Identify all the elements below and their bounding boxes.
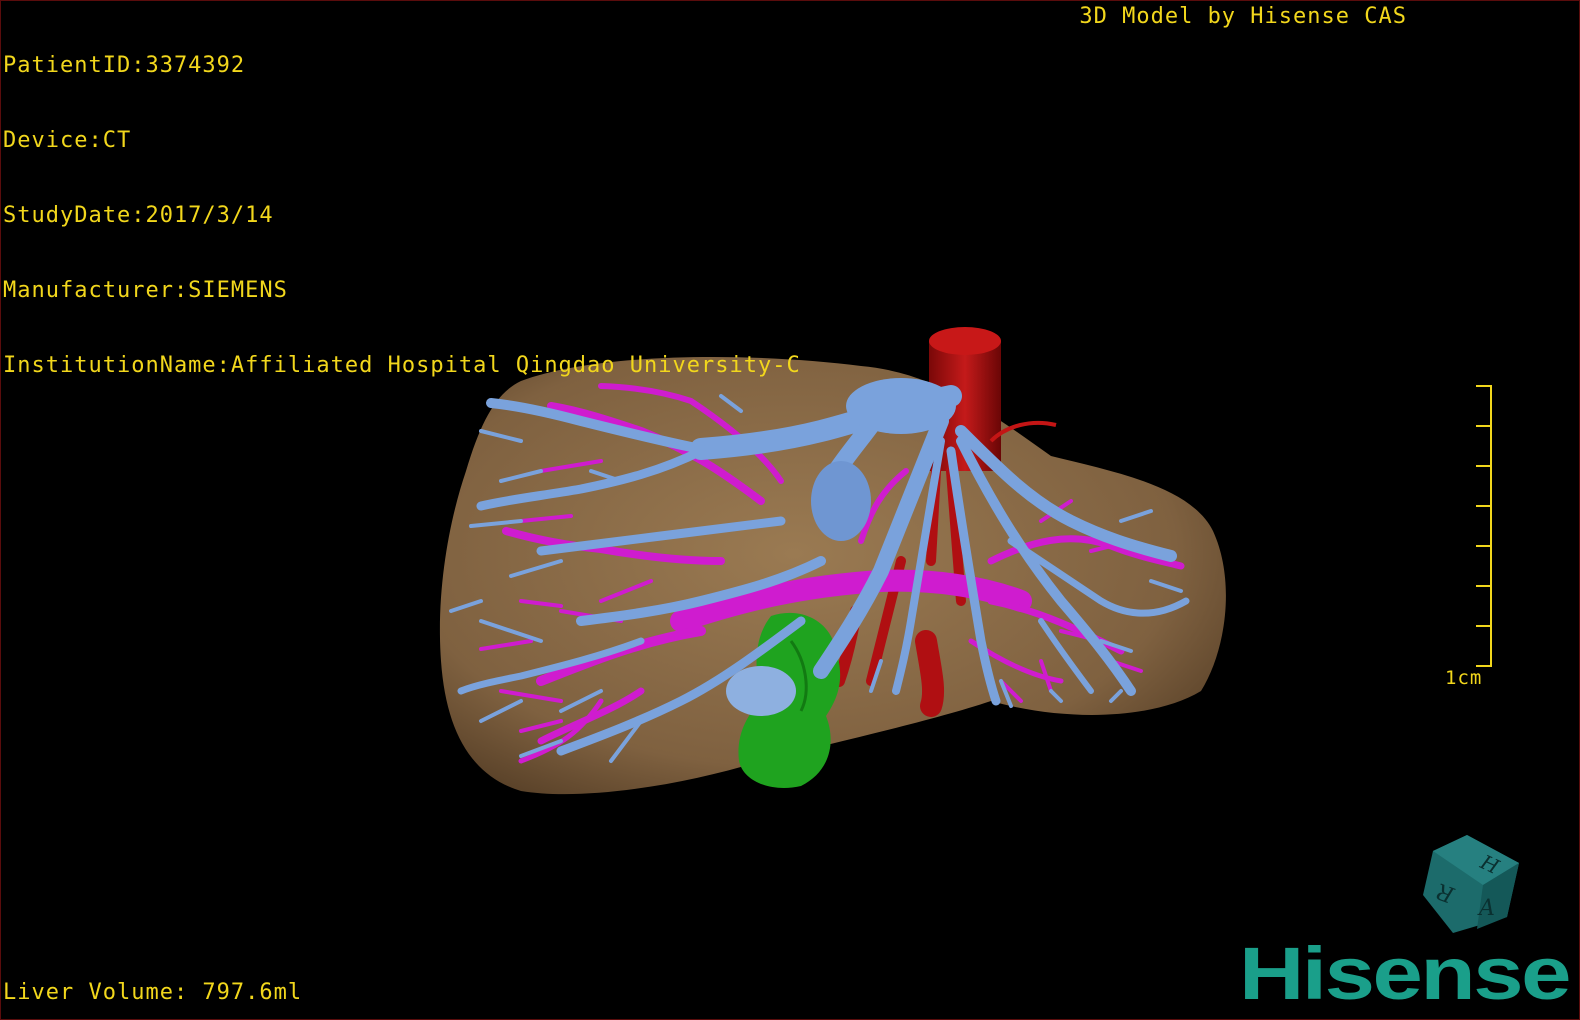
institution-name-text: InstitutionName:Affiliated Hospital Qing… — [3, 353, 801, 378]
hisense-logo: Hisense — [1239, 937, 1571, 1007]
dicom-info-overlay: PatientID:3374392 Device:CT StudyDate:20… — [3, 3, 801, 428]
model-credit-text: 3D Model by Hisense CAS — [1079, 4, 1407, 29]
manufacturer-text: Manufacturer:SIEMENS — [3, 278, 288, 303]
scale-bar — [1476, 385, 1492, 667]
orientation-cube[interactable]: H R A — [1419, 833, 1523, 937]
study-date-text: StudyDate:2017/3/14 — [3, 203, 274, 228]
liver-volume-text: Liver Volume: 797.6ml — [3, 980, 303, 1005]
cube-face-a-label: A — [1477, 896, 1495, 921]
patient-id-text: PatientID:3374392 — [3, 53, 246, 78]
hisense-logo-text: Hisense — [1239, 937, 1569, 1007]
3d-viewport[interactable]: PatientID:3374392 Device:CT StudyDate:20… — [0, 0, 1580, 1020]
scale-bar-label: 1cm — [1445, 667, 1483, 689]
device-text: Device:CT — [3, 128, 132, 153]
